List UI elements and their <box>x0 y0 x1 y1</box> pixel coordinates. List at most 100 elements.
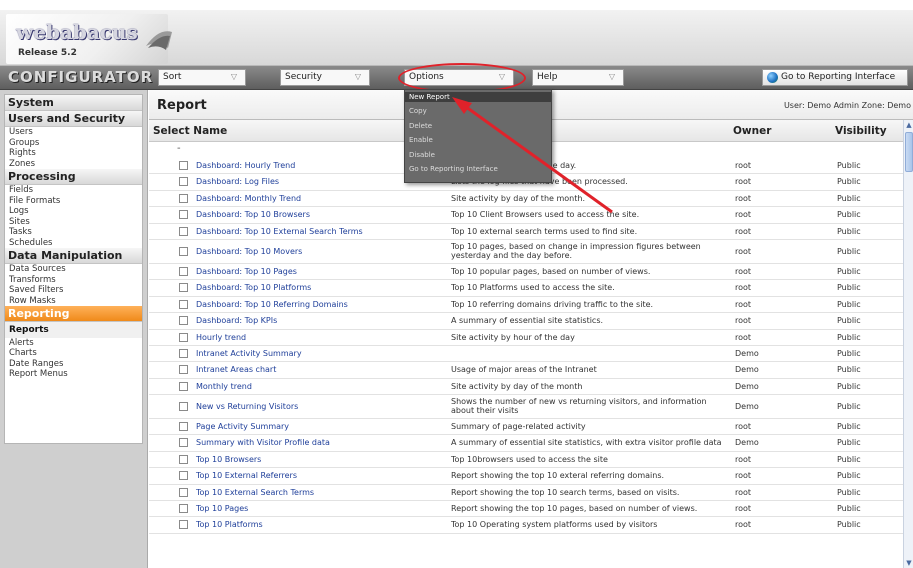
help-select[interactable]: Help ▽ <box>532 69 624 86</box>
report-name-link[interactable]: Dashboard: Top 10 Pages <box>196 267 297 276</box>
options-menu-item[interactable]: New Report <box>405 92 551 102</box>
sidebar-item[interactable]: Zones <box>5 159 142 170</box>
sidebar-item[interactable]: Transforms <box>5 275 142 286</box>
sort-select[interactable]: Sort ▽ <box>158 69 246 86</box>
table-row: Dashboard: Monthly Trend Site activity by… <box>149 191 903 208</box>
row-checkbox[interactable] <box>179 471 188 481</box>
column-header-visibility[interactable]: Visibility <box>835 125 887 137</box>
report-description: Top 10 pages, based on change in impress… <box>451 241 701 260</box>
row-checkbox[interactable] <box>179 402 188 412</box>
row-checkbox[interactable] <box>179 283 188 293</box>
row-checkbox[interactable] <box>179 332 188 342</box>
options-menu-item[interactable]: Go to Reporting Interface <box>405 164 551 174</box>
sidebar-item[interactable]: Rights <box>5 148 142 159</box>
report-name-link[interactable]: Dashboard: Hourly Trend <box>196 161 295 170</box>
sidebar-item[interactable]: Tasks <box>5 227 142 238</box>
report-name-link[interactable]: Dashboard: Top KPIs <box>196 316 277 325</box>
row-checkbox[interactable] <box>179 381 188 391</box>
sidebar-item[interactable]: Logs <box>5 206 142 217</box>
sidebar-item[interactable]: Reports <box>5 322 142 338</box>
column-header-select-name[interactable]: Select Name <box>153 125 227 137</box>
sidebar-section-heading[interactable]: Reporting <box>5 306 142 322</box>
column-header-owner[interactable]: Owner <box>733 125 771 137</box>
row-checkbox[interactable] <box>179 422 188 432</box>
options-menu-item[interactable]: Delete <box>405 121 551 131</box>
sidebar-item[interactable]: Charts <box>5 348 142 359</box>
row-checkbox[interactable] <box>179 438 188 448</box>
sidebar-section-heading[interactable]: System <box>5 95 142 111</box>
scroll-up-arrow-icon[interactable]: ▲ <box>904 120 913 130</box>
row-checkbox[interactable] <box>179 193 188 203</box>
sidebar-item[interactable]: Schedules <box>5 238 142 249</box>
sidebar-item[interactable]: Report Menus <box>5 369 142 380</box>
report-owner: root <box>735 210 752 220</box>
row-checkbox[interactable] <box>179 226 188 236</box>
report-name-link[interactable]: New vs Returning Visitors <box>196 402 298 411</box>
report-name-link[interactable]: Top 10 External Referrers <box>196 471 297 480</box>
row-checkbox[interactable] <box>179 316 188 326</box>
sidebar-item[interactable]: Saved Filters <box>5 285 142 296</box>
report-description: A summary of essential site statistics. <box>451 316 604 326</box>
report-name-link[interactable]: Top 10 Browsers <box>196 455 261 464</box>
vertical-scrollbar[interactable]: ▲ ▼ <box>903 120 913 568</box>
sidebar-item[interactable]: Data Sources <box>5 264 142 275</box>
report-name-link[interactable]: Monthly trend <box>196 382 252 391</box>
sidebar-item[interactable]: Sites <box>5 217 142 228</box>
sidebar-item[interactable]: Alerts <box>5 338 142 349</box>
sidebar-section-heading[interactable]: Processing <box>5 169 142 185</box>
sidebar-item[interactable]: Groups <box>5 138 142 149</box>
table-row: Top 10 External Search Terms Report showi… <box>149 485 903 502</box>
sidebar-item[interactable]: File Formats <box>5 196 142 207</box>
table-row: Top 10 Platforms Top 10 Operating system … <box>149 517 903 534</box>
report-name-link[interactable]: Dashboard: Top 10 Platforms <box>196 283 311 292</box>
row-checkbox[interactable] <box>179 365 188 375</box>
report-description: Summary of page-related activity <box>451 422 586 432</box>
row-checkbox[interactable] <box>179 454 188 464</box>
scroll-thumb[interactable] <box>905 132 913 172</box>
sidebar-section-heading[interactable]: Users and Security <box>5 111 142 127</box>
security-select[interactable]: Security ▽ <box>280 69 370 86</box>
go-to-reporting-button[interactable]: Go to Reporting Interface <box>762 69 908 86</box>
report-owner: root <box>735 266 752 276</box>
report-name-link[interactable]: Intranet Areas chart <box>196 365 276 374</box>
sidebar-item[interactable]: Fields <box>5 185 142 196</box>
row-checkbox[interactable] <box>179 504 188 514</box>
report-visibility: Public <box>837 402 861 412</box>
options-menu-item[interactable]: Disable <box>405 150 551 160</box>
row-checkbox[interactable] <box>179 177 188 187</box>
sidebar-section-heading[interactable]: Data Manipulation <box>5 248 142 264</box>
report-name-link[interactable]: Dashboard: Top 10 External Search Terms <box>196 227 363 236</box>
report-name-link[interactable]: Dashboard: Top 10 Referring Domains <box>196 300 348 309</box>
row-checkbox[interactable] <box>179 161 188 170</box>
report-name-link[interactable]: Top 10 Platforms <box>196 520 263 529</box>
report-name-link[interactable]: Top 10 Pages <box>196 504 248 513</box>
table-row: Top 10 Pages Report showing the top 10 pa… <box>149 501 903 518</box>
row-checkbox[interactable] <box>179 210 188 220</box>
row-checkbox[interactable] <box>179 348 188 358</box>
sidebar-item[interactable]: Users <box>5 127 142 138</box>
report-name-link[interactable]: Hourly trend <box>196 333 246 342</box>
report-owner: root <box>735 161 752 170</box>
options-menu-item[interactable]: Enable <box>405 135 551 145</box>
row-checkbox[interactable] <box>179 299 188 309</box>
report-name-link[interactable]: Summary with Visitor Profile data <box>196 438 330 447</box>
report-visibility: Public <box>837 471 861 481</box>
report-name-link[interactable]: Dashboard: Top 10 Movers <box>196 247 302 256</box>
report-name-link[interactable]: Intranet Activity Summary <box>196 349 302 358</box>
row-checkbox[interactable] <box>179 266 188 276</box>
sidebar-item[interactable]: Row Masks <box>5 296 142 307</box>
report-owner: root <box>735 504 752 514</box>
report-name-link[interactable]: Page Activity Summary <box>196 422 289 431</box>
report-name-link[interactable]: Dashboard: Monthly Trend <box>196 194 301 203</box>
sidebar-item[interactable]: Date Ranges <box>5 359 142 370</box>
row-checkbox[interactable] <box>179 520 188 530</box>
report-name-link[interactable]: Dashboard: Top 10 Browsers <box>196 210 310 219</box>
scroll-down-arrow-icon[interactable]: ▼ <box>904 558 913 568</box>
report-description: A summary of essential site statistics, … <box>451 438 722 448</box>
report-name-link[interactable]: Dashboard: Log Files <box>196 177 279 186</box>
report-description: Site activity by hour of the day <box>451 332 575 342</box>
row-checkbox[interactable] <box>179 246 188 256</box>
report-name-link[interactable]: Top 10 External Search Terms <box>196 488 314 497</box>
row-checkbox[interactable] <box>179 487 188 497</box>
options-menu-item[interactable]: Copy <box>405 106 551 116</box>
